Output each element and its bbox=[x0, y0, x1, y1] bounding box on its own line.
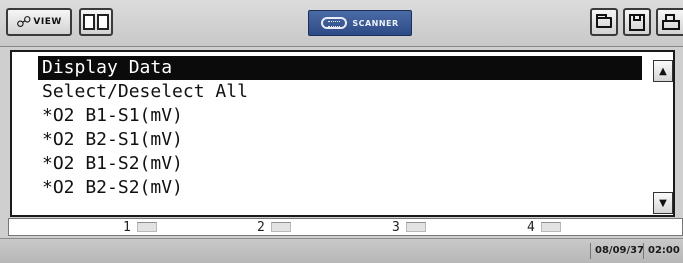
arrow-up-icon: ▲ bbox=[659, 65, 667, 77]
scanner-label: SCANNER bbox=[352, 18, 399, 28]
arrow-down-icon: ▼ bbox=[659, 197, 667, 209]
split-screen-icon bbox=[83, 14, 95, 30]
list-item[interactable]: *O2 B2-S1(mV) bbox=[38, 128, 642, 152]
channel-3[interactable]: 3 bbox=[392, 219, 426, 235]
scroll-up-button[interactable]: ▲ bbox=[653, 60, 673, 82]
list-item[interactable]: Select/Deselect All bbox=[38, 80, 642, 104]
list-item[interactable]: *O2 B1-S2(mV) bbox=[38, 152, 642, 176]
view-button[interactable]: ☍ VIEW bbox=[6, 8, 72, 36]
channel-3-swatch bbox=[405, 222, 426, 232]
channel-4[interactable]: 4 bbox=[527, 219, 561, 235]
channel-4-swatch bbox=[540, 222, 561, 232]
scanner-badge: SCANNER bbox=[308, 10, 412, 36]
status-date: 08/09/37 bbox=[590, 243, 644, 259]
channel-3-label: 3 bbox=[392, 219, 400, 235]
channel-bar: 1 2 3 4 bbox=[8, 218, 683, 236]
split-screen-button[interactable] bbox=[79, 8, 113, 36]
channel-2[interactable]: 2 bbox=[257, 219, 291, 235]
channel-2-swatch bbox=[270, 222, 291, 232]
save-icon bbox=[629, 14, 645, 31]
folder-button[interactable] bbox=[590, 8, 618, 36]
scroll-down-button[interactable]: ▼ bbox=[653, 192, 673, 214]
list-item[interactable]: Display Data bbox=[38, 56, 642, 80]
view-button-label: VIEW bbox=[33, 17, 62, 27]
print-button[interactable] bbox=[656, 8, 683, 36]
channel-2-label: 2 bbox=[257, 219, 265, 235]
save-button[interactable] bbox=[623, 8, 651, 36]
top-toolbar: ☍ VIEW SCANNER bbox=[0, 0, 683, 47]
status-bar: 08/09/37 02:00 bbox=[0, 238, 683, 263]
channel-1[interactable]: 1 bbox=[123, 219, 157, 235]
channel-4-label: 4 bbox=[527, 219, 535, 235]
status-time: 02:00 bbox=[643, 243, 680, 259]
list-item[interactable]: *O2 B2-S2(mV) bbox=[38, 176, 642, 200]
channel-1-swatch bbox=[136, 222, 157, 232]
list-item[interactable]: *O2 B1-S1(mV) bbox=[38, 104, 642, 128]
data-list: Display Data Select/Deselect All *O2 B1-S1… bbox=[38, 56, 642, 200]
folder-icon bbox=[596, 14, 612, 28]
connector-icon bbox=[321, 17, 348, 29]
channel-1-label: 1 bbox=[123, 219, 131, 235]
scanner-screen: ☍ VIEW SCANNER Display Data Select/Desele… bbox=[0, 0, 683, 263]
split-screen-icon-pane bbox=[97, 14, 109, 30]
data-list-panel: Display Data Select/Deselect All *O2 B1-S1… bbox=[10, 50, 675, 217]
binoculars-icon: ☍ bbox=[16, 12, 32, 31]
print-icon bbox=[662, 14, 680, 31]
